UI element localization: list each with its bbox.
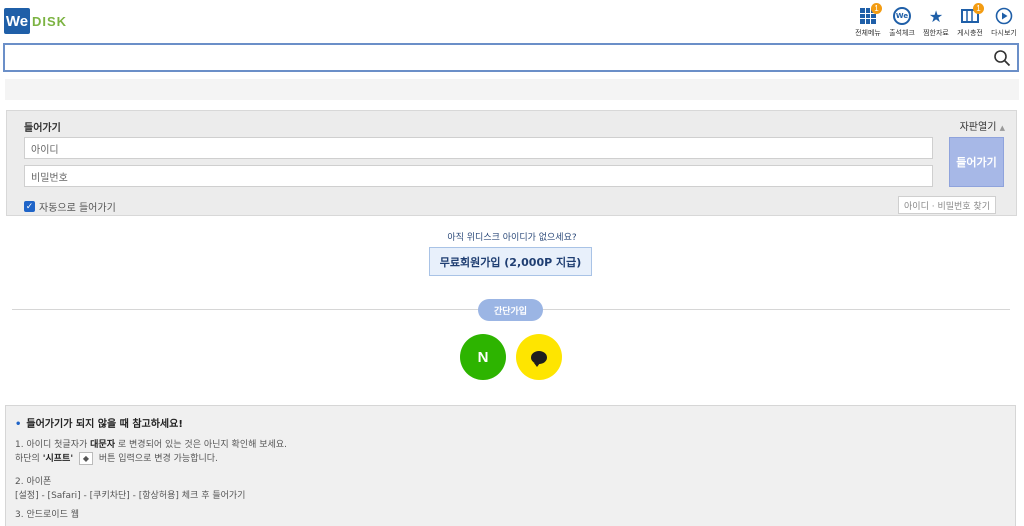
- help-item-1b: 하단의 '시프트' ◆ 버튼 입력으로 변경 가능합니다.: [15, 452, 1006, 466]
- auto-login-label: 자동으로 들어가기: [39, 203, 116, 214]
- top-icon-bar: 1 전체메뉴 We 출석체크 ★ 찜한자료 1 게시충전 다시보기: [854, 3, 1018, 38]
- help-item-2-title: 2. 아이폰: [15, 477, 52, 487]
- search-bar: [3, 43, 1019, 72]
- help-item-1b-bold: '시프트': [42, 454, 74, 464]
- login-panel: 들어가기 자판열기 ▲ 아이디 비밀번호 들어가기 ✓ 자동으로 들어가기 아이…: [6, 110, 1017, 216]
- kakao-bubble-icon: [531, 350, 547, 367]
- favorites-label: 찜한자료: [923, 29, 949, 37]
- kakao-login-button[interactable]: [516, 334, 562, 380]
- shift-key-icon: ◆: [78, 452, 93, 465]
- star-icon: ★: [928, 6, 944, 26]
- help-item-1b-suffix: 버튼 입력으로 변경 가능합니다.: [98, 454, 218, 464]
- play-circle-icon: [994, 6, 1014, 26]
- help-box: • 들어가기가 되지 않을 때 참고하세요! 1. 아이디 첫글자가 대문자 로…: [5, 405, 1016, 526]
- all-menu-label: 전체메뉴: [855, 29, 881, 37]
- find-account-button[interactable]: 아이디 · 비밀번호 찾기: [898, 196, 996, 214]
- search-icon[interactable]: [993, 49, 1011, 67]
- attendance-button[interactable]: We 출석체크: [888, 6, 916, 38]
- help-item-1-suffix: 로 변경되어 있는 것은 아닌지 확인해 보세요.: [117, 440, 287, 450]
- board-notice-badge: 1: [973, 3, 984, 14]
- wedisk-logo[interactable]: We DISK: [4, 8, 67, 34]
- help-item-1-bold: 대문자: [90, 440, 115, 450]
- no-account-prompt: 아직 위디스크 아이디가 없으세요?: [447, 233, 577, 243]
- login-button[interactable]: 들어가기: [949, 137, 1004, 187]
- checkbox-checked-icon[interactable]: ✓: [24, 201, 35, 212]
- naver-login-button[interactable]: N: [460, 334, 506, 380]
- we-circle-icon: We: [892, 6, 912, 26]
- logo-disk: DISK: [32, 13, 68, 29]
- notice-band: [5, 79, 1019, 100]
- help-title-text: 들어가기가 되지 않을 때 참고하세요!: [26, 419, 183, 430]
- id-field[interactable]: 아이디: [24, 137, 933, 159]
- signup-button[interactable]: 무료회원가입 (2,000P 지급): [429, 247, 592, 276]
- keyboard-toggle[interactable]: 자판열기 ▲: [960, 118, 1005, 133]
- easy-signup-label: 간단가입: [478, 299, 543, 321]
- auto-login[interactable]: ✓ 자동으로 들어가기: [24, 199, 116, 214]
- header: We DISK 1 전체메뉴 We 출석체크 ★ 찜한자료 1 게시충전 다시보…: [0, 0, 1024, 42]
- help-item-1-prefix: 1. 아이디 첫글자가: [15, 440, 88, 450]
- replay-label: 다시보기: [991, 29, 1017, 37]
- search-input[interactable]: [5, 45, 985, 70]
- bullet-icon: •: [15, 419, 22, 430]
- board-notice-label: 게시충전: [957, 29, 983, 37]
- keyboard-toggle-label: 자판열기: [959, 122, 997, 133]
- all-menu-badge: 1: [871, 3, 882, 14]
- all-menu-button[interactable]: 1 전체메뉴: [854, 3, 882, 38]
- naver-icon: N: [477, 348, 489, 366]
- password-field[interactable]: 비밀번호: [24, 165, 933, 187]
- chevron-up-icon: ▲: [999, 124, 1005, 132]
- board-notice-button[interactable]: 1 게시충전: [956, 3, 984, 38]
- help-item-2-body: [설정] - [Safari] - [쿠키차단] - [항상허용] 체크 후 들…: [15, 491, 246, 501]
- favorites-button[interactable]: ★ 찜한자료: [922, 6, 950, 38]
- login-title: 들어가기: [24, 123, 61, 134]
- logo-we: We: [4, 8, 30, 34]
- attendance-label: 출석체크: [889, 29, 915, 37]
- replay-button[interactable]: 다시보기: [990, 6, 1018, 38]
- help-item-1: 1. 아이디 첫글자가 대문자 로 변경되어 있는 것은 아닌지 확인해 보세요…: [15, 438, 1006, 452]
- help-item-1b-prefix: 하단의: [15, 454, 40, 464]
- help-title: • 들어가기가 되지 않을 때 참고하세요!: [15, 418, 1006, 432]
- help-item-3-title: 3. 안드로이드 웹: [15, 510, 79, 520]
